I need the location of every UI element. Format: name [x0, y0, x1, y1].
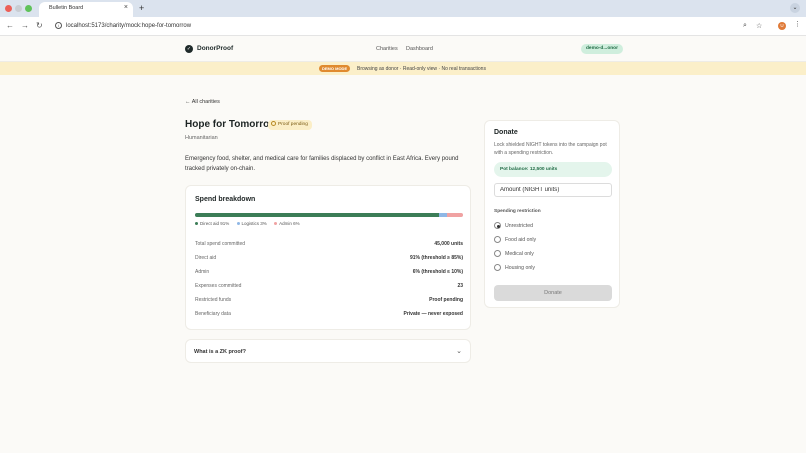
forward-arrow-icon[interactable]: → — [21, 21, 29, 30]
row-value: Private — never exposed — [403, 311, 463, 317]
tab-close-icon[interactable]: × — [124, 4, 128, 11]
spending-restriction-label: Spending restriction — [494, 209, 541, 214]
back-to-charities-link[interactable]: ← All charities — [185, 99, 220, 105]
radio-button[interactable] — [494, 264, 501, 271]
bookmark-star-icon[interactable]: ☆ — [756, 22, 762, 30]
row-label: Admin — [195, 269, 210, 275]
page-title: Hope for Tomorrow — [185, 119, 278, 130]
row-value: 23 — [457, 283, 463, 289]
charity-description: Emergency food, shelter, and medical car… — [185, 156, 459, 172]
app-header: ✓ DonorProof Charities Dashboard demo-d.… — [0, 37, 806, 62]
row-value: Proof pending — [429, 297, 463, 303]
browser-tab[interactable]: Bulletin Board × — [39, 2, 133, 17]
browser-tab-bar: Bulletin Board × + ⌄ — [0, 0, 806, 17]
reload-icon[interactable]: ↻ — [36, 21, 43, 30]
donate-description: Lock shielded NIGHT tokens into the camp… — [494, 142, 607, 156]
zoom-icon[interactable]: ⌕ — [743, 22, 747, 30]
profile-avatar[interactable]: U — [778, 22, 786, 30]
radio-label[interactable]: Medical only — [505, 251, 534, 257]
user-badge[interactable]: demo-d...onor — [581, 44, 623, 54]
donate-title: Donate — [494, 129, 518, 136]
status-badge: Proof pending — [268, 120, 312, 130]
chevron-down-icon[interactable]: ⌄ — [456, 347, 462, 355]
bar-segment-direct-aid — [195, 213, 439, 217]
spend-legend: Direct aid 91% Logistics 3% Admin 6% — [195, 221, 306, 226]
window-minimize-button[interactable] — [15, 5, 22, 12]
clock-icon — [271, 121, 276, 126]
radio-label[interactable]: Unrestricted — [505, 223, 533, 229]
zk-proof-question[interactable]: What is a ZK proof? — [194, 349, 246, 355]
browser-menu-icon[interactable]: ⋮ — [794, 20, 801, 28]
row-label: Direct aid — [195, 255, 217, 261]
donate-card: Donate Lock shielded NIGHT tokens into t… — [484, 120, 620, 308]
spend-breakdown-bar — [195, 213, 463, 217]
demo-banner: DEMO MODE Browsing as donor · Read-only … — [0, 62, 806, 75]
demo-mode-badge: DEMO MODE — [319, 65, 351, 72]
row-label: Expenses committed — [195, 283, 242, 289]
nav-charities[interactable]: Charities — [376, 46, 398, 52]
legend-admin: Admin 6% — [279, 221, 300, 226]
bar-segment-admin — [446, 213, 463, 217]
spend-breakdown-card: Spend breakdown Direct aid 91% Logistics… — [185, 185, 471, 330]
row-label: Restricted funds — [195, 297, 232, 303]
spend-breakdown-title: Spend breakdown — [195, 196, 256, 203]
radio-button[interactable] — [494, 222, 501, 229]
pot-balance: Pot balance: 12,500 units — [494, 162, 612, 177]
legend-item: Direct aid 91% — [195, 221, 229, 226]
back-arrow-icon[interactable]: ← — [6, 21, 14, 30]
address-bar[interactable]: i localhost:5173/charity/mock:hope-for-t… — [50, 19, 770, 34]
window-close-button[interactable] — [5, 5, 12, 12]
radio-button[interactable] — [494, 250, 501, 257]
radio-button[interactable] — [494, 236, 501, 243]
radio-label[interactable]: Food aid only — [505, 237, 536, 243]
browser-toolbar: ← → ↻ i localhost:5173/charity/mock:hope… — [0, 17, 806, 36]
tab-search-icon[interactable]: ⌄ — [790, 3, 800, 13]
legend-item: Logistics 3% — [236, 221, 267, 226]
zk-proof-accordion[interactable]: What is a ZK proof? ⌄ — [185, 339, 471, 363]
donate-button[interactable]: Donate — [494, 285, 612, 301]
legend-direct-aid: Direct aid 91% — [200, 221, 230, 226]
row-value: 91% (threshold ≥ 85%) — [409, 255, 463, 261]
status-badge-label: Proof pending — [278, 122, 308, 127]
row-label: Beneficiary data — [195, 311, 231, 317]
nav-dashboard[interactable]: Dashboard — [406, 46, 433, 52]
legend-item: Admin 6% — [274, 221, 300, 226]
new-tab-button[interactable]: + — [139, 3, 144, 13]
radio-label[interactable]: Housing only — [505, 265, 535, 271]
site-info-icon[interactable]: i — [55, 22, 62, 29]
row-label: Total spend committed — [195, 241, 246, 247]
row-value: 45,000 units — [434, 241, 463, 247]
charity-category: Humanitarian — [185, 135, 218, 141]
url-text[interactable]: localhost:5173/charity/mock:hope-for-tom… — [66, 23, 191, 29]
row-value: 6% (threshold ≤ 10%) — [412, 269, 463, 275]
amount-input[interactable] — [494, 183, 612, 197]
demo-banner-text: Browsing as donor · Read-only view · No … — [357, 66, 486, 72]
window-maximize-button[interactable] — [25, 5, 32, 12]
bar-segment-logistics — [438, 213, 447, 217]
tab-title: Bulletin Board — [49, 5, 84, 11]
legend-logistics: Logistics 3% — [241, 221, 267, 226]
app-logo[interactable]: DonorProof — [197, 45, 233, 52]
logo-check-icon: ✓ — [185, 45, 193, 53]
